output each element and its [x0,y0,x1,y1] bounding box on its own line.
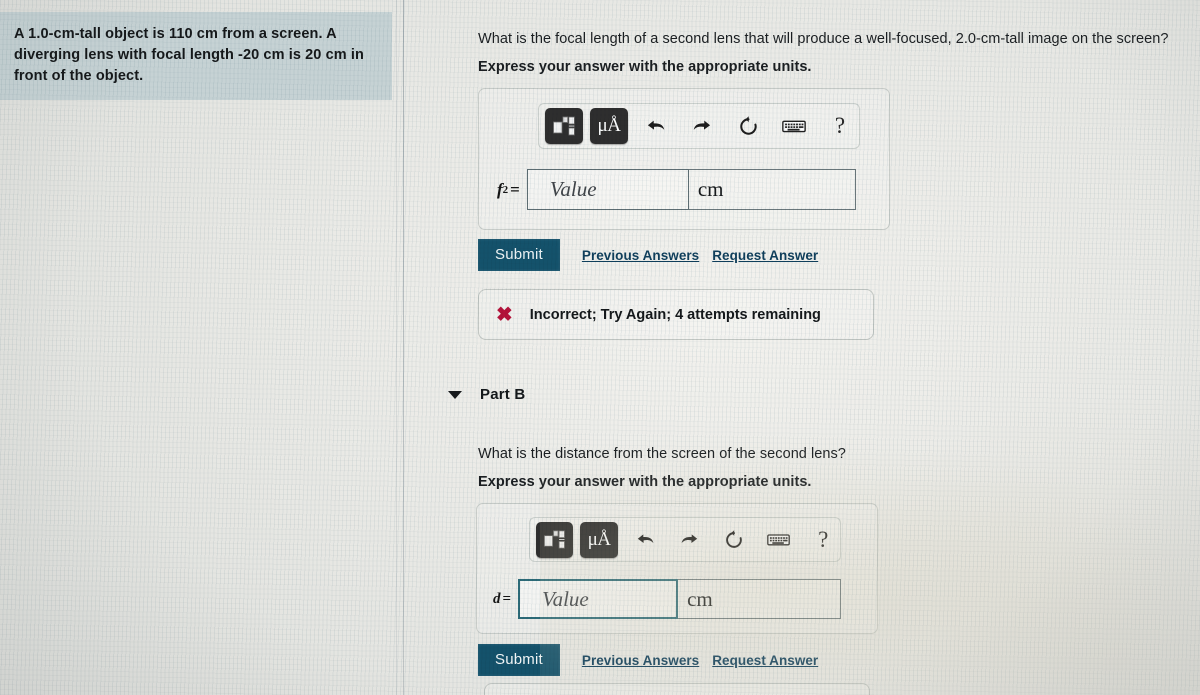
units-icon-label: μÅ [597,115,621,136]
page-divider [403,0,404,695]
keyboard-icon[interactable] [762,523,795,557]
keyboard-icon[interactable] [777,109,811,143]
part-b-request-answer-link[interactable]: Request Answer [712,653,818,668]
problem-statement-panel: A 1.0-cm-tall object is 110 cm from a sc… [0,12,392,100]
part-b-answer-widget: μÅ ? d = Value cm [476,503,878,634]
part-b-variable-label: d = [493,579,518,619]
part-a-value-placeholder: Value [549,177,597,201]
undo-icon[interactable] [639,109,673,143]
math-template-icon[interactable] [545,108,583,144]
part-b-value-placeholder: Value [542,586,589,611]
part-b-question-text: What is the distance from the screen of … [478,446,846,462]
help-icon[interactable]: ? [807,523,840,557]
part-a-feedback-message: Incorrect; Try Again; 4 attempts remaini… [529,306,821,323]
part-b-value-input[interactable]: Value [518,579,679,619]
part-b-equals-sign: = [502,590,512,607]
part-b-header[interactable]: Part B [448,386,525,403]
part-b-input-row: d = Value cm [493,579,842,619]
page-content: A 1.0-cm-tall object is 110 cm from a sc… [0,0,1200,695]
part-a-equals-sign: = [510,179,520,199]
part-a-answer-widget: μÅ ? f 2 = Value cm [478,88,890,230]
reset-icon[interactable] [731,109,765,143]
part-a-unit-input[interactable]: cm [688,169,856,210]
undo-icon[interactable] [629,523,662,557]
help-icon-label: ? [818,526,829,552]
part-b-submit-button[interactable]: Submit [478,644,560,676]
part-a-request-answer-link[interactable]: Request Answer [712,248,818,263]
part-a-unit-text: cm [697,177,724,201]
reset-icon[interactable] [718,523,751,557]
help-icon-label: ? [834,113,846,138]
part-a-submit-button[interactable]: Submit [478,239,560,271]
units-icon[interactable]: μÅ [580,521,618,558]
help-icon[interactable]: ? [823,109,857,143]
part-a-input-row: f 2 = Value cm [497,169,856,210]
part-b-toolbar: μÅ ? [529,517,841,562]
part-b-previous-answers-link[interactable]: Previous Answers [582,653,699,668]
part-a-feedback-banner: ✖ Incorrect; Try Again; 4 attempts remai… [478,289,874,340]
units-icon[interactable]: μÅ [590,108,628,144]
redo-icon[interactable] [673,523,706,557]
part-b-variable-name: d [493,590,501,607]
part-a-instruction-text: Express your answer with the appropriate… [478,59,812,75]
part-b-unit-text: cm [687,586,713,611]
part-a-question-text: What is the focal length of a second len… [478,31,1169,47]
part-b-feedback-banner-partial [484,683,870,695]
part-a-toolbar: μÅ ? [538,103,860,149]
part-b-instruction-text: Express your answer with the appropriate… [478,474,812,490]
problem-statement-text: A 1.0-cm-tall object is 110 cm from a sc… [14,26,364,84]
part-b-submit-row: Submit Previous Answers Request Answer [478,644,818,676]
part-a-submit-row: Submit Previous Answers Request Answer [478,239,818,271]
part-a-previous-answers-link[interactable]: Previous Answers [582,248,699,263]
page-divider-shadow [396,0,397,695]
collapse-caret-icon[interactable] [448,390,462,399]
part-b-unit-input[interactable]: cm [678,579,842,619]
redo-icon[interactable] [685,109,719,143]
part-b-title: Part B [480,386,526,403]
part-a-value-input[interactable]: Value [526,169,689,210]
incorrect-icon: ✖ [496,303,513,326]
math-template-icon[interactable] [536,521,574,558]
units-icon-label: μÅ [587,528,611,550]
part-a-variable-label: f 2 = [497,169,527,210]
